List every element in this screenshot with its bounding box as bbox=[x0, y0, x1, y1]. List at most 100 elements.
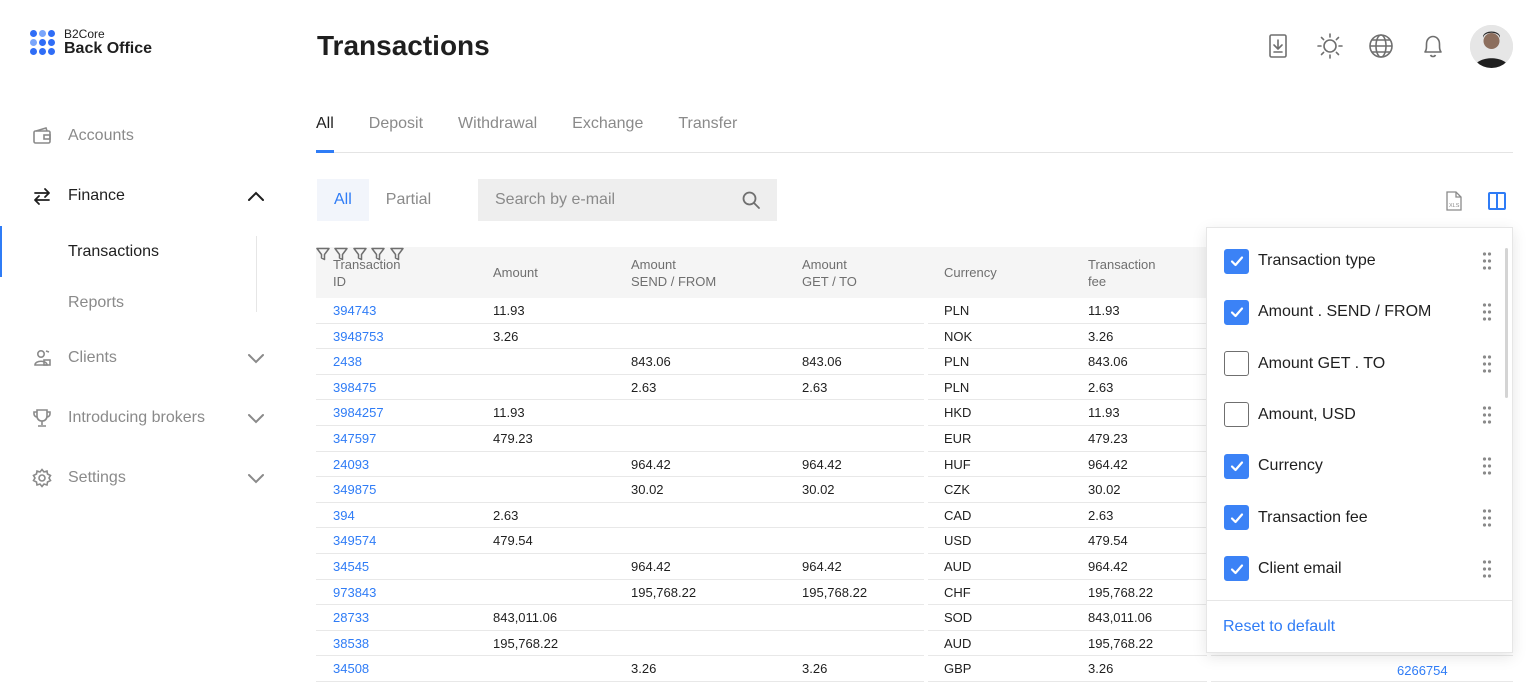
column-option-label: Amount GET . TO bbox=[1258, 354, 1386, 372]
sidebar-item-clients[interactable]: Clients bbox=[0, 328, 290, 388]
drag-handle-icon[interactable] bbox=[1482, 405, 1492, 425]
column-option[interactable]: Amount GET . TO bbox=[1224, 351, 1504, 377]
table-row[interactable]: 34508 3.26 3.26 GBP 3.26 bbox=[316, 656, 1513, 682]
amount-cell: 11.93 bbox=[493, 303, 525, 318]
transaction-type-tabs: All Deposit Withdrawal Exchange Transfer bbox=[316, 106, 1513, 153]
sun-icon[interactable] bbox=[1314, 30, 1346, 62]
sidebar-item-label: Introducing brokers bbox=[68, 409, 205, 426]
transaction-id-link[interactable]: 394743 bbox=[333, 298, 376, 324]
segment-all[interactable]: All bbox=[317, 179, 369, 221]
col-header-currency: Currency bbox=[944, 265, 997, 280]
transaction-id-link[interactable]: 398475 bbox=[333, 375, 376, 401]
sidebar-item-label: Settings bbox=[68, 469, 126, 486]
currency-cell: CAD bbox=[944, 507, 972, 523]
panel-scrollbar[interactable] bbox=[1505, 248, 1508, 398]
bell-icon[interactable] bbox=[1417, 30, 1449, 62]
segment-partial[interactable]: Partial bbox=[369, 179, 448, 221]
export-xls-icon[interactable]: XLS bbox=[1443, 190, 1465, 212]
amount-send-cell: 195,768.22 bbox=[631, 584, 697, 600]
transaction-id-link[interactable]: 973843 bbox=[333, 580, 376, 606]
column-option-label: Transaction type bbox=[1258, 252, 1376, 269]
transaction-id-link[interactable]: 34545 bbox=[333, 554, 369, 580]
fee-cell: 843,011.06 bbox=[1088, 610, 1153, 626]
logo-mark-icon bbox=[30, 30, 55, 55]
sidebar-item-accounts[interactable]: Accounts bbox=[0, 106, 290, 166]
fee-cell: 3.26 bbox=[1088, 328, 1114, 344]
drag-handle-icon[interactable] bbox=[1482, 251, 1492, 271]
checkbox-checked[interactable] bbox=[1224, 556, 1249, 582]
drag-handle-icon[interactable] bbox=[1482, 302, 1492, 322]
tab-withdrawal[interactable]: Withdrawal bbox=[458, 106, 537, 152]
finance-submenu: Transactions Reports bbox=[0, 226, 290, 328]
sidebar-item-label: Clients bbox=[68, 349, 117, 366]
transaction-id-link[interactable]: 24093 bbox=[333, 452, 369, 478]
transaction-id-link[interactable]: 3984257 bbox=[333, 400, 384, 426]
search-input[interactable] bbox=[495, 191, 735, 209]
user-avatar[interactable] bbox=[1470, 25, 1513, 68]
search-icon[interactable] bbox=[741, 190, 761, 210]
filter-icon[interactable] bbox=[316, 247, 330, 265]
currency-cell: HKD bbox=[944, 405, 972, 421]
transaction-id-link[interactable]: 349574 bbox=[333, 528, 376, 554]
currency-cell: EUR bbox=[944, 430, 972, 446]
currency-cell: SOD bbox=[944, 610, 973, 626]
reset-to-default-link[interactable]: Reset to default bbox=[1223, 618, 1335, 636]
tab-deposit[interactable]: Deposit bbox=[369, 106, 423, 152]
column-option[interactable]: Transaction fee bbox=[1224, 505, 1504, 531]
download-icon[interactable] bbox=[1262, 30, 1294, 62]
drag-handle-icon[interactable] bbox=[1482, 559, 1492, 579]
transaction-id-link[interactable]: 394 bbox=[333, 503, 355, 529]
checkbox-checked[interactable] bbox=[1224, 453, 1249, 479]
drag-handle-icon[interactable] bbox=[1482, 354, 1492, 374]
sidebar-item-reports[interactable]: Reports bbox=[0, 277, 290, 328]
currency-cell: PLN bbox=[944, 354, 970, 370]
checkbox-unchecked[interactable] bbox=[1224, 351, 1249, 377]
globe-icon[interactable] bbox=[1365, 30, 1397, 62]
sidebar-item-finance[interactable]: Finance bbox=[0, 166, 290, 226]
transaction-id-link[interactable]: 3948753 bbox=[333, 324, 384, 350]
search-box bbox=[478, 179, 777, 221]
column-option[interactable]: Client email bbox=[1224, 556, 1504, 582]
chevron-up-icon[interactable] bbox=[246, 188, 266, 204]
column-option[interactable]: Amount, USD bbox=[1224, 402, 1504, 428]
checkbox-checked[interactable] bbox=[1224, 248, 1249, 274]
transaction-id-link[interactable]: 2438 bbox=[333, 349, 362, 375]
column-option[interactable]: Transaction type bbox=[1224, 248, 1504, 274]
arrows-swap-icon bbox=[32, 186, 52, 206]
transaction-id-link[interactable]: 349875 bbox=[333, 477, 376, 503]
fee-cell: 2.63 bbox=[1088, 379, 1114, 395]
transaction-id-link[interactable]: 347597 bbox=[333, 426, 376, 452]
transaction-id-link[interactable]: 38538 bbox=[333, 631, 369, 657]
sidebar-item-settings[interactable]: Settings bbox=[0, 448, 290, 508]
amount-cell: 843,011.06 bbox=[493, 610, 558, 626]
drag-handle-icon[interactable] bbox=[1482, 508, 1492, 528]
sidebar-item-introducing-brokers[interactable]: Introducing brokers bbox=[0, 388, 290, 448]
chevron-down-icon[interactable] bbox=[246, 350, 266, 366]
column-option[interactable]: Currency bbox=[1224, 453, 1504, 479]
row-extra-link[interactable]: 6266754 bbox=[1397, 663, 1448, 678]
checkbox-unchecked[interactable] bbox=[1224, 402, 1249, 428]
chevron-down-icon[interactable] bbox=[246, 410, 266, 426]
tab-exchange[interactable]: Exchange bbox=[572, 106, 643, 152]
amount-get-cell: 3.26 bbox=[802, 661, 828, 677]
column-option-label: Amount, USD bbox=[1258, 405, 1356, 423]
chevron-down-icon[interactable] bbox=[246, 470, 266, 486]
amount-get-cell: 843.06 bbox=[802, 354, 842, 370]
sidebar-item-label: Accounts bbox=[68, 127, 134, 144]
amount-send-cell: 843.06 bbox=[631, 354, 671, 370]
transaction-id-link[interactable]: 34508 bbox=[333, 656, 369, 682]
drag-handle-icon[interactable] bbox=[1482, 456, 1492, 476]
col-header-amount-get-to: Amount GET / TO bbox=[802, 256, 857, 289]
fee-cell: 2.63 bbox=[1088, 507, 1114, 523]
currency-cell: HUF bbox=[944, 456, 971, 472]
sidebar-item-transactions[interactable]: Transactions bbox=[0, 226, 290, 277]
column-option[interactable]: Amount . SEND / FROM bbox=[1224, 299, 1504, 325]
tab-all[interactable]: All bbox=[316, 106, 334, 153]
brand-logo[interactable]: B2Core Back Office bbox=[30, 28, 152, 57]
tab-transfer[interactable]: Transfer bbox=[678, 106, 737, 152]
transaction-id-link[interactable]: 28733 bbox=[333, 605, 369, 631]
checkbox-checked[interactable] bbox=[1224, 505, 1249, 530]
checkbox-checked[interactable] bbox=[1224, 299, 1249, 325]
currency-cell: CZK bbox=[944, 482, 970, 498]
columns-settings-icon[interactable] bbox=[1486, 190, 1508, 212]
